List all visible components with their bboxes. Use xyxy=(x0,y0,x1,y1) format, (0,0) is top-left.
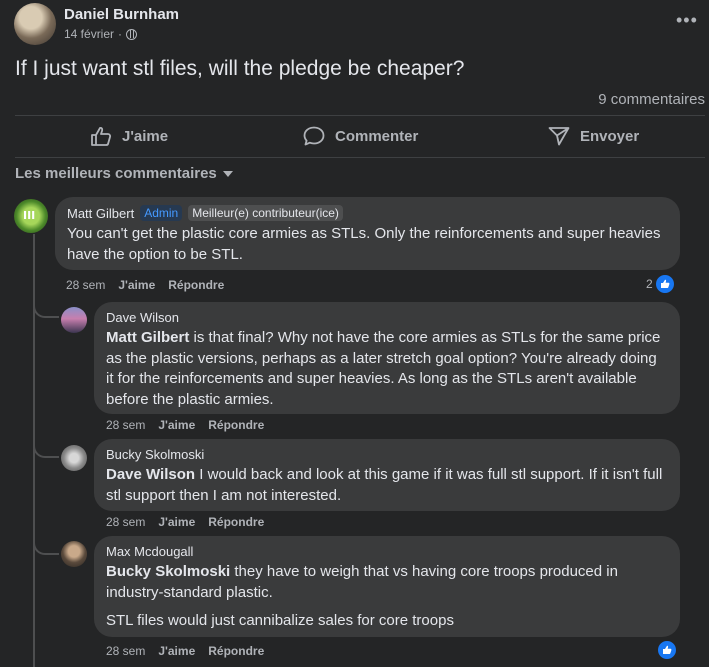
like-button-label: J'aime xyxy=(122,127,169,145)
comment-author[interactable]: Max Mcdougall xyxy=(106,544,193,559)
comment-header: Dave Wilson xyxy=(106,310,668,325)
share-button-label: Envoyer xyxy=(580,127,640,145)
like-reaction-icon xyxy=(657,640,677,660)
admin-badge: Admin xyxy=(140,205,183,221)
like-reaction-icon xyxy=(654,274,675,294)
divider xyxy=(15,115,705,116)
meta-separator: · xyxy=(118,27,123,41)
comment-mention[interactable]: Matt Gilbert xyxy=(106,329,189,346)
comment-header: Max Mcdougall xyxy=(106,544,668,559)
comment-actions: 28 sem J'aime Répondre xyxy=(106,644,264,658)
post-date[interactable]: 14 février xyxy=(64,27,114,41)
comment-text: Matt Gilbert is that final? Why not have… xyxy=(106,328,668,410)
comment-like-button[interactable]: J'aime xyxy=(158,644,195,658)
thumbs-up-icon xyxy=(91,127,112,146)
comment-header: Bucky Skolmoski xyxy=(106,447,668,462)
comment-bubble: Max Mcdougall Bucky Skolmoski they have … xyxy=(94,536,680,637)
post-author-name[interactable]: Daniel Burnham xyxy=(64,6,179,23)
comment-author[interactable]: Dave Wilson xyxy=(106,310,179,325)
comment-text: You can't get the plastic core armies as… xyxy=(67,225,661,263)
comment-time[interactable]: 28 sem xyxy=(106,644,145,658)
thread-branch xyxy=(33,442,59,458)
comment-author[interactable]: Matt Gilbert xyxy=(67,206,134,221)
reaction-count: 2 xyxy=(646,277,653,291)
comment-time[interactable]: 28 sem xyxy=(106,515,145,529)
comment-mention[interactable]: Dave Wilson xyxy=(106,466,195,483)
thread-branch xyxy=(33,539,59,555)
reaction-summary[interactable]: 2 xyxy=(646,274,675,294)
comment-like-button[interactable]: J'aime xyxy=(118,278,155,292)
commenter-avatar[interactable] xyxy=(61,541,87,567)
comment-like-button[interactable]: J'aime xyxy=(158,418,195,432)
commenter-avatar[interactable] xyxy=(61,445,87,471)
comment-mention[interactable]: Bucky Skolmoski xyxy=(106,563,230,580)
thread-branch xyxy=(33,302,59,318)
post-author-avatar[interactable] xyxy=(14,3,56,45)
comment-header: Matt Gilbert Admin Meilleur(e) contribut… xyxy=(67,205,668,221)
more-icon[interactable]: ••• xyxy=(676,10,698,31)
comment-text-paragraph: STL files would just cannibalize sales f… xyxy=(106,612,454,629)
comment-bubble: Matt Gilbert Admin Meilleur(e) contribut… xyxy=(55,197,680,270)
divider xyxy=(15,157,705,158)
comment-actions: 28 sem J'aime Répondre xyxy=(106,515,264,529)
reaction-summary[interactable] xyxy=(657,640,677,660)
comment-text: Bucky Skolmoski they have to weigh that … xyxy=(106,562,668,603)
send-icon xyxy=(548,127,570,146)
comment-time[interactable]: 28 sem xyxy=(66,278,105,292)
caret-down-icon xyxy=(222,170,233,177)
comment-count-link[interactable]: 9 commentaires xyxy=(598,91,705,108)
comment-icon xyxy=(303,126,325,146)
sort-label: Les meilleurs commentaires xyxy=(15,165,217,182)
globe-icon xyxy=(126,28,138,40)
comment-time[interactable]: 28 sem xyxy=(106,418,145,432)
comment-actions: 28 sem J'aime Répondre xyxy=(106,418,264,432)
comment-sort-dropdown[interactable]: Les meilleurs commentaires xyxy=(15,165,233,182)
comment-bubble: Bucky Skolmoski Dave Wilson I would back… xyxy=(94,439,680,511)
like-button[interactable]: J'aime xyxy=(90,126,168,146)
comment-button-label: Commenter xyxy=(335,127,419,145)
comment-body: is that final? Why not have the core arm… xyxy=(106,329,661,408)
comment-reply-button[interactable]: Répondre xyxy=(208,418,264,432)
comment-bubble: Dave Wilson Matt Gilbert is that final? … xyxy=(94,302,680,414)
share-button[interactable]: Envoyer xyxy=(548,126,639,146)
comment-reply-button[interactable]: Répondre xyxy=(208,515,264,529)
comment-text: Dave Wilson I would back and look at thi… xyxy=(106,465,668,506)
comment-button[interactable]: Commenter xyxy=(303,126,418,146)
comment-reply-button[interactable]: Répondre xyxy=(168,278,224,292)
post-meta: 14 février · xyxy=(64,27,138,41)
post-title: If I just want stl files, will the pledg… xyxy=(15,57,465,80)
comment-author[interactable]: Bucky Skolmoski xyxy=(106,447,204,462)
comment-like-button[interactable]: J'aime xyxy=(158,515,195,529)
comment-actions: 28 sem J'aime Répondre xyxy=(66,278,224,292)
commenter-avatar[interactable]: III xyxy=(14,199,48,233)
commenter-avatar[interactable] xyxy=(61,307,87,333)
comment-reply-button[interactable]: Répondre xyxy=(208,644,264,658)
top-contributor-badge: Meilleur(e) contributeur(ice) xyxy=(188,205,343,221)
